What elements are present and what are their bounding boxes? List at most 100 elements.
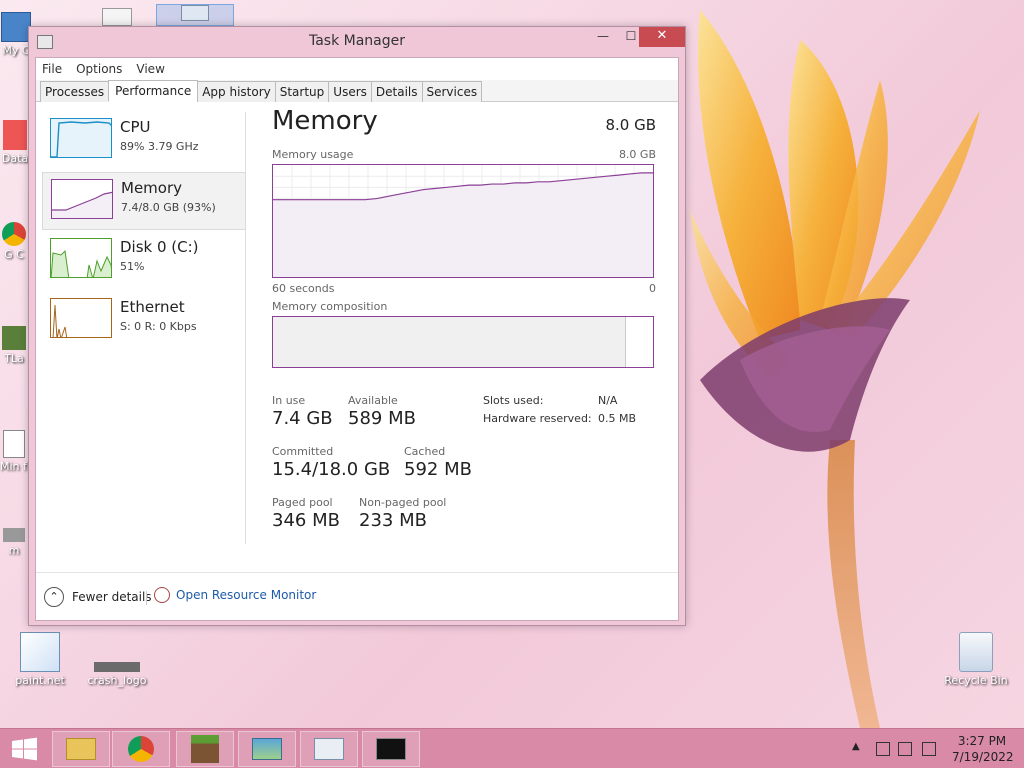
sidebar-sub: 89% 3.79 GHz — [120, 140, 199, 153]
show-hidden-icons-chevron[interactable]: ▲ — [852, 741, 860, 752]
cached-label: Cached — [404, 445, 446, 458]
sidebar-name: CPU — [120, 118, 151, 136]
fewer-details-button[interactable]: ⌃ Fewer details — [44, 587, 152, 607]
title-bar[interactable]: Task Manager — ☐ ✕ — [29, 27, 685, 57]
taskbar-task-manager[interactable] — [300, 731, 358, 767]
taskbar-minecraft[interactable] — [176, 731, 234, 767]
taskbar-chrome[interactable] — [112, 731, 170, 767]
window-client: File Options View Processes Performance … — [35, 57, 679, 621]
tab-startup[interactable]: Startup — [274, 81, 330, 102]
desktop-icon-paintnet[interactable]: paint.net — [8, 632, 72, 687]
chrome-icon — [128, 736, 154, 762]
volume-muted-icon[interactable] — [876, 742, 890, 756]
sidebar-item-disk[interactable]: Disk 0 (C:) 51% — [42, 232, 246, 290]
desktop-icon-data[interactable]: Data — [0, 120, 30, 165]
in-use-value: 7.4 GB — [272, 408, 333, 429]
menu-options[interactable]: Options — [76, 62, 122, 76]
minecraft-icon — [2, 326, 26, 350]
tab-performance[interactable]: Performance — [108, 80, 199, 102]
file-icon — [3, 528, 25, 542]
desktop-label: Recycle Bin — [944, 674, 1008, 687]
desktop-icon-min-free[interactable]: Min free — [0, 430, 45, 473]
non-paged-pool-label: Non-paged pool — [359, 496, 447, 509]
tab-processes[interactable]: Processes — [40, 81, 110, 102]
sidebar-name: Disk 0 (C:) — [120, 238, 199, 256]
available-value: 589 MB — [348, 408, 416, 429]
sidebar-item-ethernet[interactable]: Ethernet S: 0 R: 0 Kbps — [42, 292, 246, 350]
tab-services[interactable]: Services — [421, 81, 483, 102]
ethernet-thumbnail — [50, 298, 112, 338]
document-icon — [3, 430, 25, 458]
task-manager-icon — [314, 738, 344, 760]
memory-total: 8.0 GB — [605, 116, 656, 134]
performance-content: CPU 89% 3.79 GHz Memory 7.4/8.0 GB (93%) — [36, 102, 678, 572]
minimize-button[interactable]: — — [589, 27, 617, 47]
memory-composition-in-use — [273, 317, 627, 367]
data-icon — [3, 120, 27, 150]
desktop-icon-selected[interactable] — [156, 4, 234, 26]
desktop-label: Data — [1, 152, 29, 165]
minecraft-icon — [191, 735, 219, 763]
in-use-label: In use — [272, 394, 306, 407]
resource-monitor-icon — [154, 587, 170, 603]
sidebar-sub: S: 0 R: 0 Kbps — [120, 320, 197, 333]
system-tray: ▲ 3:27 PM 7/19/2022 — [848, 729, 1024, 768]
memory-composition-label: Memory composition — [272, 300, 388, 313]
taskbar-command-prompt[interactable] — [362, 731, 420, 767]
sidebar-name: Ethernet — [120, 298, 185, 316]
recycle-bin-icon — [959, 632, 993, 672]
committed-label: Committed — [272, 445, 334, 458]
desktop-icon-top[interactable] — [100, 8, 134, 28]
open-resource-monitor-link[interactable]: Open Resource Monitor — [154, 587, 316, 603]
desktop-label: TLa — [4, 352, 24, 365]
cached-value: 592 MB — [404, 459, 472, 480]
memory-detail-panel: Memory 8.0 GB Memory usage 8.0 GB 60 sec… — [272, 102, 656, 562]
menu-file[interactable]: File — [42, 62, 62, 76]
taskbar-file-explorer[interactable] — [52, 731, 110, 767]
start-button[interactable] — [0, 729, 48, 768]
desktop-label: Min free — [0, 460, 45, 473]
committed-value: 15.4/18.0 GB — [272, 459, 391, 480]
tab-app-history[interactable]: App history — [197, 81, 276, 102]
folder-icon — [66, 738, 96, 760]
slots-used-label: Slots used: — [483, 394, 544, 407]
taskbar-photo-viewer[interactable] — [238, 731, 296, 767]
sidebar-item-memory[interactable]: Memory 7.4/8.0 GB (93%) — [42, 172, 246, 230]
command-prompt-icon — [376, 738, 406, 760]
available-label: Available — [348, 394, 398, 407]
network-icon[interactable] — [898, 742, 912, 756]
paintnet-icon — [20, 632, 60, 672]
tab-users[interactable]: Users — [328, 81, 372, 102]
clock-date[interactable]: 7/19/2022 — [952, 750, 1014, 764]
document-icon — [102, 8, 132, 26]
clock-time[interactable]: 3:27 PM — [952, 734, 1012, 748]
app-icon — [181, 5, 209, 21]
chrome-icon — [2, 222, 26, 246]
menu-view[interactable]: View — [136, 62, 164, 76]
desktop-icon-crash-logo[interactable]: crash_logo — [82, 662, 152, 687]
windows-logo-icon — [12, 737, 37, 761]
fewer-details-label: Fewer details — [72, 590, 152, 604]
memory-composition-bar — [272, 316, 654, 368]
non-paged-pool-value: 233 MB — [359, 510, 427, 531]
desktop-icon-m[interactable]: m — [0, 528, 28, 557]
desktop-label: paint.net — [15, 674, 65, 687]
footer-separator — [146, 591, 147, 605]
menu-bar: File Options View — [36, 58, 678, 80]
desktop-label: m — [8, 544, 20, 557]
window-title: Task Manager — [308, 33, 406, 49]
memory-usage-max: 8.0 GB — [618, 148, 656, 161]
hardware-reserved-value: 0.5 MB — [598, 412, 637, 425]
action-center-icon[interactable] — [922, 742, 936, 756]
desktop-icon-chrome-partial[interactable]: G C — [0, 222, 28, 261]
cpu-thumbnail — [50, 118, 112, 158]
sidebar-sub: 7.4/8.0 GB (93%) — [121, 201, 216, 214]
desktop-label: G C — [4, 248, 24, 261]
desktop-icon-recycle-bin[interactable]: Recycle Bin — [940, 632, 1012, 687]
tab-details[interactable]: Details — [370, 81, 423, 102]
task-manager-window[interactable]: Task Manager — ☐ ✕ File Options View Pro… — [28, 26, 686, 626]
close-button[interactable]: ✕ — [639, 27, 685, 47]
memory-usage-label: Memory usage — [272, 148, 354, 161]
sidebar-item-cpu[interactable]: CPU 89% 3.79 GHz — [42, 112, 246, 170]
desktop-icon-tla[interactable]: TLa — [0, 326, 28, 365]
